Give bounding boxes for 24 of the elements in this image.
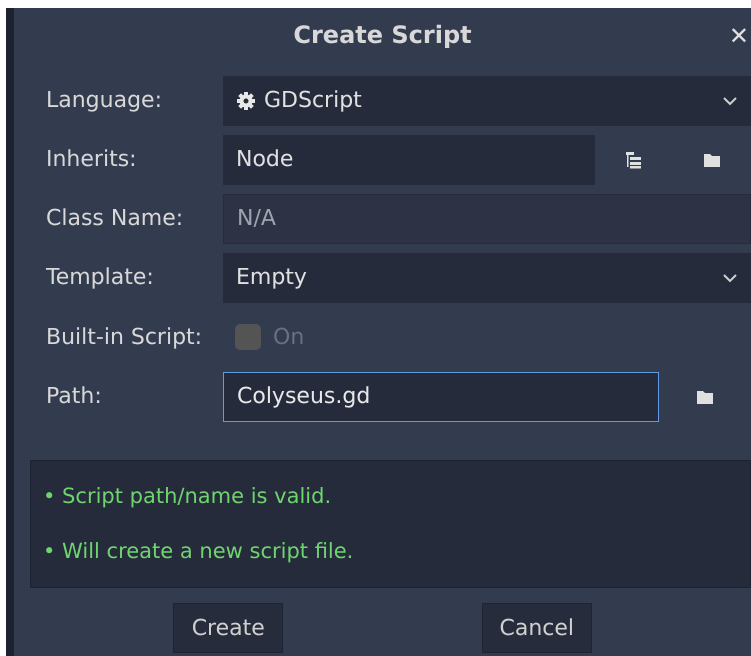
status-message: • Script path/name is valid. — [43, 482, 332, 510]
dropdown[interactable]: GDScript — [223, 76, 751, 126]
folder-icon[interactable] — [703, 152, 721, 168]
close-button[interactable]: ✕ — [728, 18, 749, 54]
field-label: Language: — [45, 87, 163, 115]
chevron-icon — [722, 96, 738, 106]
field-label: Built-in Script: — [45, 324, 204, 352]
input-field[interactable]: Node — [223, 134, 595, 184]
chevron-icon — [722, 272, 738, 282]
tree-icon[interactable] — [625, 150, 643, 168]
folder-icon[interactable] — [696, 388, 714, 404]
dropdown[interactable]: Empty — [223, 252, 751, 302]
gear-icon — [236, 90, 256, 110]
dialog-button[interactable]: Cancel — [482, 603, 592, 653]
field-label: Class Name: — [45, 205, 184, 233]
window-title: Create Script — [293, 20, 472, 51]
input-field[interactable]: Colyseus.gd — [223, 372, 659, 422]
field-label: Template: — [45, 264, 155, 292]
checkbox-label: On — [273, 324, 304, 352]
input-field[interactable]: N/A — [223, 194, 751, 244]
field-label: Inherits: — [45, 146, 138, 174]
field-label: Path: — [45, 383, 103, 411]
dialog-button[interactable]: Create — [173, 603, 284, 653]
status-message: • Will create a new script file. — [43, 538, 354, 565]
